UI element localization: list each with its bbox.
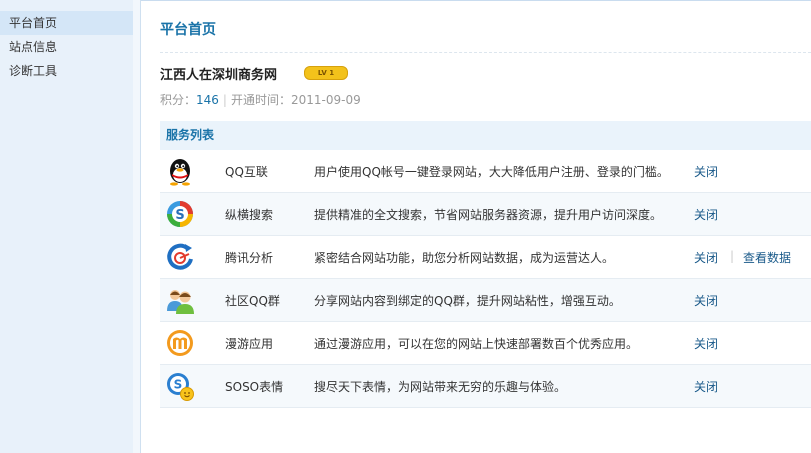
service-name: QQ互联 (225, 165, 268, 179)
site-name: 江西人在深圳商务网 (160, 68, 278, 83)
open-time-label: 开通时间： (230, 93, 291, 107)
service-name: 漫游应用 (225, 337, 274, 351)
main-content: 平台首页 江西人在深圳商务网 LV 1 积分：146 | 开通时间：2011-09-… (141, 0, 811, 453)
service-name: 腾讯分析 (225, 251, 274, 265)
qq-penguin-icon (170, 159, 190, 186)
manyou-app-icon (167, 330, 193, 356)
view-data-link[interactable]: 查看数据 (743, 249, 791, 266)
table-row: 腾讯分析 紧密结合网站功能，助您分析网站数据，成为运营达人。 关闭 | 查看数据 (160, 236, 811, 279)
site-meta: 积分：146 | 开通时间：2011-09-09 (160, 91, 361, 108)
tencent-analytics-icon (167, 243, 193, 270)
services-header: 服务列表 (160, 121, 811, 150)
service-description: 搜尽天下表情，为网站带来无穷的乐趣与体验。 (314, 380, 567, 394)
close-service-link[interactable]: 关闭 (694, 206, 718, 223)
points-label: 积分： (160, 93, 197, 107)
level-badge: LV 1 (304, 66, 348, 80)
service-description: 紧密结合网站功能，助您分析网站数据，成为运营达人。 (314, 251, 615, 265)
title-divider (160, 52, 811, 53)
meta-separator: | (222, 93, 227, 107)
zongheng-search-icon: S (167, 201, 193, 227)
page-title: 平台首页 (160, 22, 216, 38)
action-separator: | (730, 249, 735, 263)
close-service-link[interactable]: 关闭 (694, 378, 718, 395)
service-name: 纵横搜索 (225, 208, 274, 222)
sidebar: 平台首页 站点信息 诊断工具 (0, 0, 141, 453)
points-value: 146 (196, 93, 219, 107)
close-service-link[interactable]: 关闭 (694, 249, 718, 266)
soso-emoticon-icon: S (167, 373, 194, 401)
svg-text:S: S (174, 378, 183, 392)
community-group-icon (167, 290, 194, 314)
svg-text:S: S (175, 208, 184, 223)
service-description: 用户使用QQ帐号一键登录网站，大大降低用户注册、登录的门槛。 (314, 165, 669, 179)
close-service-link[interactable]: 关闭 (694, 335, 718, 352)
service-name: 社区QQ群 (225, 294, 280, 308)
table-row: 社区QQ群 分享网站内容到绑定的QQ群，提升网站粘性，增强互动。 关闭 (160, 279, 811, 322)
service-description: 分享网站内容到绑定的QQ群，提升网站粘性，增强互动。 (314, 294, 621, 308)
service-name: SOSO表情 (225, 380, 284, 394)
table-row: QQ互联 用户使用QQ帐号一键登录网站，大大降低用户注册、登录的门槛。 关闭 (160, 150, 811, 193)
open-time-value: 2011-09-09 (290, 93, 361, 107)
table-row: S 纵横搜索 提供精准的全文搜索，节省网站服务器资源，提升用户访问深度。 关闭 (160, 193, 811, 236)
close-service-link[interactable]: 关闭 (694, 292, 718, 309)
sidebar-item-site-info[interactable]: 站点信息 (0, 35, 133, 59)
sidebar-item-diagnostics[interactable]: 诊断工具 (0, 59, 133, 83)
table-row: S SOSO表情 搜尽天下表情，为网站带来无穷的乐趣与体验。 关闭 (160, 365, 811, 408)
sidebar-item-home[interactable]: 平台首页 (0, 11, 133, 35)
service-description: 通过漫游应用，可以在您的网站上快速部署数百个优秀应用。 (314, 337, 639, 351)
service-description: 提供精准的全文搜索，节省网站服务器资源，提升用户访问深度。 (314, 208, 663, 222)
services-table: QQ互联 用户使用QQ帐号一键登录网站，大大降低用户注册、登录的门槛。 关闭 S… (160, 150, 811, 408)
close-service-link[interactable]: 关闭 (694, 163, 718, 180)
table-row: 漫游应用 通过漫游应用，可以在您的网站上快速部署数百个优秀应用。 关闭 (160, 322, 811, 365)
